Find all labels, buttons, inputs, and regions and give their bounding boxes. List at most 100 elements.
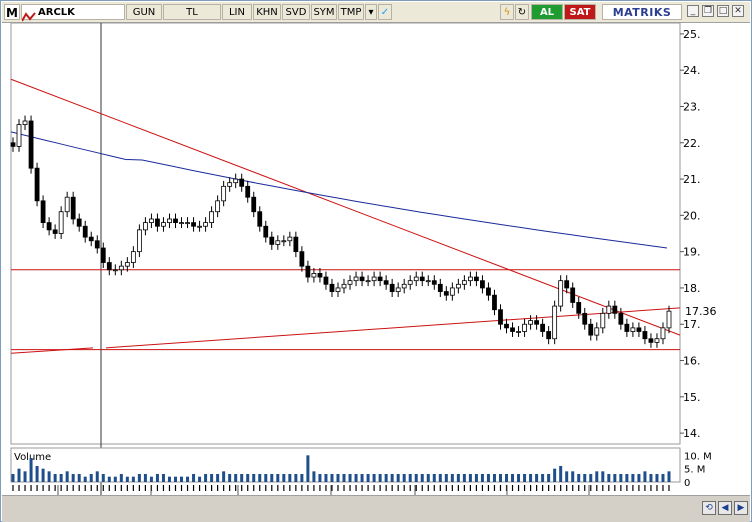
- volume-bar: [228, 474, 232, 482]
- volume-bar: [384, 474, 388, 482]
- volume-bar: [655, 474, 659, 482]
- volume-bar: [143, 474, 147, 482]
- candle-body: [353, 276, 359, 282]
- volume-bar: [167, 476, 171, 482]
- volume-bar: [11, 474, 15, 482]
- candle-body: [22, 120, 28, 126]
- candle-body: [504, 323, 509, 329]
- volume-bar: [198, 476, 202, 482]
- volume-bar: [89, 474, 93, 482]
- volume-bar: [450, 474, 454, 482]
- volume-bar: [547, 474, 551, 482]
- volume-bar: [390, 474, 394, 482]
- candle-body: [275, 240, 281, 245]
- volume-bar: [23, 471, 27, 482]
- candle-body: [227, 182, 233, 187]
- candle-body: [522, 323, 527, 332]
- volume-bar: [65, 471, 69, 482]
- candle-body: [46, 222, 52, 231]
- volume-bar: [354, 474, 358, 482]
- volume-bar: [565, 471, 569, 482]
- volume-bar: [276, 474, 280, 482]
- volume-bar: [83, 476, 87, 482]
- volume-bar: [216, 474, 220, 482]
- candle-body: [437, 283, 443, 292]
- volume-bar: [468, 474, 472, 482]
- y-tick-label: 17.: [683, 318, 701, 331]
- candle-body: [564, 280, 570, 289]
- candle-body: [323, 276, 329, 285]
- volume-bar: [462, 474, 466, 482]
- candle-body: [341, 283, 347, 289]
- candle-body: [311, 273, 317, 278]
- volume-bar: [234, 474, 238, 482]
- volume-bar: [252, 474, 256, 482]
- candle-body: [293, 236, 299, 253]
- candle-body: [161, 222, 166, 227]
- candle-body: [630, 327, 636, 332]
- plot-frame: [10, 22, 681, 445]
- volume-bar: [180, 476, 184, 482]
- volume-bar: [318, 474, 322, 482]
- candle-body: [70, 196, 76, 220]
- candle-body: [100, 247, 106, 263]
- candle-body: [365, 280, 371, 283]
- candle-body: [64, 196, 70, 213]
- candle-body: [215, 200, 221, 213]
- volume-bar: [649, 474, 653, 482]
- candle-body: [317, 273, 323, 278]
- candle-body: [197, 225, 202, 228]
- candle-body: [245, 185, 251, 198]
- volume-bar: [444, 474, 448, 482]
- candle-body: [233, 178, 239, 184]
- volume-bar: [643, 471, 647, 482]
- volume-bar: [366, 474, 370, 482]
- volume-bar: [360, 474, 364, 482]
- y-tick-label: 23.: [683, 100, 701, 113]
- volume-bar: [438, 474, 442, 482]
- volume-bar: [131, 476, 135, 482]
- volume-bar: [240, 474, 244, 482]
- candle-body: [94, 240, 100, 249]
- candle-body: [203, 222, 208, 227]
- candle-body: [455, 283, 461, 289]
- volume-bar: [456, 474, 460, 482]
- candle-body: [82, 225, 88, 238]
- volume-bar: [282, 474, 286, 482]
- volume-bar: [625, 474, 629, 482]
- scroll-right-icon[interactable]: ▶: [734, 501, 748, 515]
- candle-body: [624, 323, 630, 332]
- candle-body: [383, 280, 389, 285]
- candle-body: [636, 327, 642, 332]
- candle-body: [413, 276, 419, 282]
- candle-body: [112, 269, 118, 272]
- candle-body: [179, 222, 184, 225]
- candle-body: [269, 236, 275, 245]
- y-tick-label: 21.: [683, 173, 701, 186]
- candle-body: [299, 251, 305, 267]
- volume-bar: [336, 474, 340, 482]
- sync-icon[interactable]: ⟲: [702, 501, 716, 515]
- volume-bar: [155, 474, 159, 482]
- volume-bar: [631, 474, 635, 482]
- candle-body: [648, 338, 654, 343]
- candle-body: [347, 280, 353, 285]
- candle-body: [449, 287, 455, 296]
- candle-body: [335, 287, 341, 292]
- volume-bar: [480, 474, 484, 482]
- scroll-left-icon[interactable]: ◀: [718, 501, 732, 515]
- candle-body: [666, 310, 672, 329]
- volume-bar: [77, 474, 81, 482]
- volume-bar: [414, 474, 418, 482]
- volume-bar: [571, 471, 575, 482]
- candle-body: [305, 265, 311, 278]
- y-tick-label: 24.: [683, 64, 701, 77]
- volume-bar: [402, 474, 406, 482]
- candle-body: [498, 309, 503, 325]
- candle-body: [377, 276, 383, 282]
- volume-bar: [95, 471, 99, 482]
- volume-bar: [113, 476, 117, 482]
- candle-body: [130, 251, 136, 263]
- candle-body: [58, 211, 64, 234]
- price-chart[interactable]: 25. 24. 23. 22. 21. 20. 19. 18. 17. 16. 15. 14. 17.3…: [1, 1, 751, 495]
